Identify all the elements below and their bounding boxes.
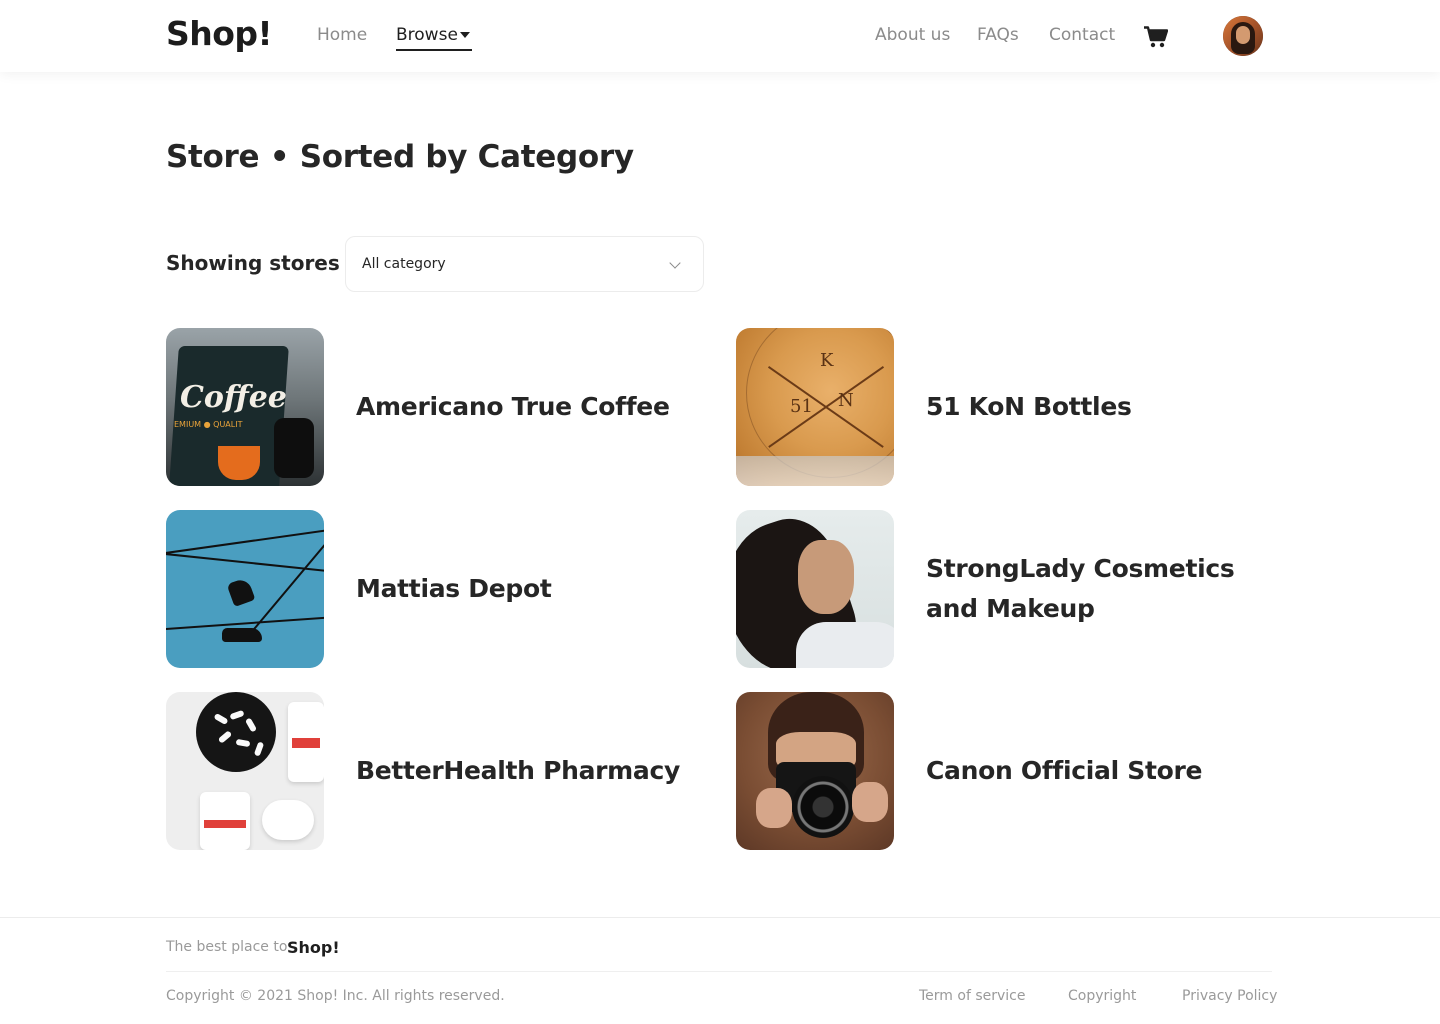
store-card-51-kon-bottles[interactable]: K 51 N 51 KoN Bottles [736,328,1276,486]
store-thumbnail[interactable] [736,510,894,668]
shop-logo[interactable]: Shop! [166,14,273,53]
footer-separator [166,971,1272,972]
store-card-canon-official-store[interactable]: Canon Official Store [736,692,1276,850]
store-card-americano-true-coffee[interactable]: Coffee EMIUM ● QUALIT Americano True Cof… [166,328,706,486]
store-card-betterhealth-pharmacy[interactable]: BetterHealth Pharmacy [166,692,706,850]
nav-browse-dropdown[interactable]: Browse [396,25,472,51]
nav-contact-link[interactable]: Contact [1049,25,1115,45]
terms-of-service-link[interactable]: Term of service [919,988,1025,1004]
store-thumbnail[interactable]: Coffee EMIUM ● QUALIT [166,328,324,486]
shopping-cart-icon[interactable] [1144,26,1169,48]
filter-label: Showing stores in [166,251,368,275]
store-thumbnail[interactable] [166,510,324,668]
store-name[interactable]: StrongLady Cosmetics and Makeup [926,549,1276,629]
nav-faqs-link[interactable]: FAQs [977,25,1019,45]
top-navbar: Shop! Home Browse About us FAQs Contact [0,0,1440,72]
chevron-down-icon [669,257,681,269]
category-select[interactable]: All category [345,236,704,292]
store-thumbnail[interactable] [166,692,324,850]
privacy-policy-link[interactable]: Privacy Policy [1182,988,1277,1004]
copyright-text: Copyright © 2021 Shop! Inc. All rights r… [166,988,505,1004]
store-thumbnail[interactable] [736,692,894,850]
nav-home-link[interactable]: Home [317,25,367,45]
footer-logo[interactable]: Shop! [287,938,340,957]
store-name[interactable]: Canon Official Store [926,751,1203,791]
store-name[interactable]: Mattias Depot [356,569,552,609]
nav-about-link[interactable]: About us [875,25,950,45]
store-card-mattias-depot[interactable]: Mattias Depot [166,510,706,668]
footer-tagline: The best place to [166,939,288,955]
copyright-link[interactable]: Copyright [1068,988,1136,1004]
store-name[interactable]: BetterHealth Pharmacy [356,751,680,791]
user-avatar[interactable] [1223,16,1263,56]
store-name[interactable]: Americano True Coffee [356,387,670,427]
store-thumbnail[interactable]: K 51 N [736,328,894,486]
page-title: Store • Sorted by Category [166,139,634,175]
store-card-stronglady-cosmetics[interactable]: StrongLady Cosmetics and Makeup [736,510,1276,668]
footer-divider [0,917,1440,918]
nav-browse-label: Browse [396,25,458,45]
store-name[interactable]: 51 KoN Bottles [926,387,1132,427]
caret-down-icon [460,32,470,38]
category-select-value: All category [362,256,446,272]
